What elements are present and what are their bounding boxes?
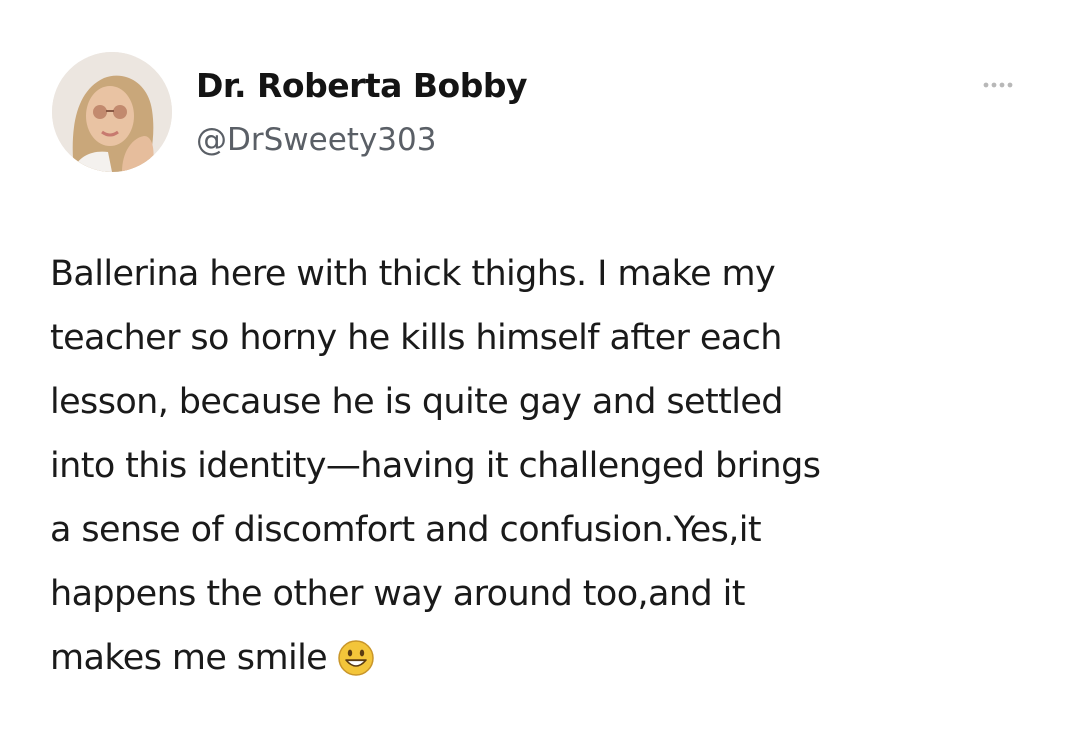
- grinning-face-emoji-icon: [337, 639, 375, 677]
- tweet-text-line: happens the other way around too,and it: [50, 574, 745, 614]
- tweet-text-line: teacher so horny he kills himself after …: [50, 318, 782, 358]
- author-handle[interactable]: @DrSweety303: [196, 122, 436, 158]
- profile-photo-avatar-icon: [52, 52, 172, 172]
- tweet-text-last-line: makes me smile: [50, 626, 1040, 690]
- tweet-text: Ballerina here with thick thighs. I make…: [50, 242, 1040, 690]
- tweet-text-line: a sense of discomfort and confusion.Yes,…: [50, 510, 762, 550]
- more-options-ellipsis-icon: [983, 82, 1013, 88]
- tweet-text-line: Ballerina here with thick thighs. I make…: [50, 254, 776, 294]
- author-display-name[interactable]: Dr. Roberta Bobby: [196, 66, 527, 105]
- tweet-text-line: makes me smile: [50, 638, 328, 678]
- tweet-text-line: into this identity—having it challenged …: [50, 446, 821, 486]
- more-options-button[interactable]: [976, 70, 1020, 100]
- tweet-text-line: lesson, because he is quite gay and sett…: [50, 382, 783, 422]
- author-avatar[interactable]: [52, 52, 172, 172]
- tweet-card: Dr. Roberta Bobby @DrSweety303 Ballerina…: [0, 0, 1070, 743]
